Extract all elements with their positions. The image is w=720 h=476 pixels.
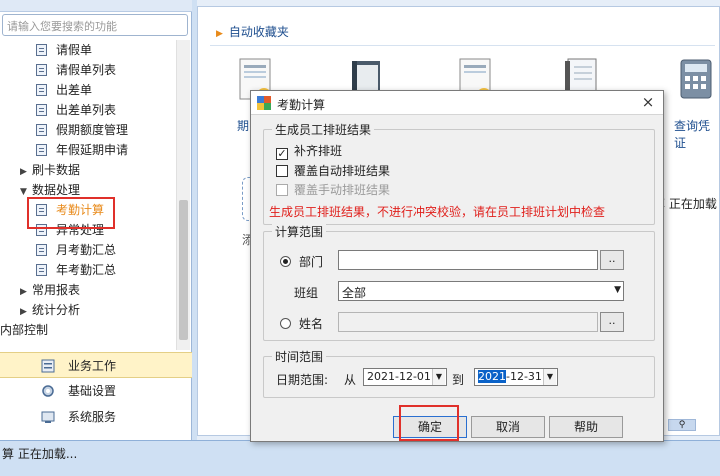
checkbox-override-auto[interactable]: 覆盖自动排班结果 bbox=[276, 162, 390, 179]
chevron-right-icon[interactable]: ▶ bbox=[20, 302, 32, 322]
chevron-down-icon[interactable]: ▼ bbox=[432, 369, 445, 385]
chevron-down-icon[interactable]: ▼ bbox=[614, 285, 621, 295]
group-legend: 生成员工排班结果 bbox=[272, 121, 375, 138]
tree-item-label: 常用报表 bbox=[32, 283, 81, 297]
chevron-right-icon[interactable]: ▶ bbox=[20, 162, 32, 182]
ok-button-highlight bbox=[399, 405, 459, 441]
chevron-down-icon[interactable]: ▼ bbox=[543, 369, 556, 385]
document-icon bbox=[36, 84, 47, 96]
search-input[interactable]: 请输入您要搜索的功能 bbox=[2, 14, 188, 36]
team-label: 班组 bbox=[294, 286, 319, 300]
chevron-right-icon[interactable]: ▶ bbox=[20, 282, 32, 302]
bottom-nav-item[interactable]: 业务工作 bbox=[0, 352, 192, 378]
tree-item-label: 统计分析 bbox=[32, 303, 81, 317]
name-field bbox=[338, 312, 598, 332]
panel-header bbox=[0, 0, 192, 12]
checkbox-override-manual: 覆盖手动排班结果 bbox=[276, 181, 390, 198]
radio-name[interactable]: 姓名 bbox=[280, 315, 323, 332]
warning-text: 生成员工排班结果，不进行冲突校验，请在员工排班计划中检查 bbox=[269, 205, 606, 219]
tree-item[interactable]: 年假延期申请 bbox=[36, 140, 128, 160]
document-icon bbox=[36, 104, 47, 116]
scrollbar-thumb[interactable] bbox=[179, 200, 188, 340]
document-icon bbox=[36, 264, 47, 276]
favorite-label[interactable]: 查询凭证 bbox=[674, 117, 719, 151]
left-nav-panel: 请输入您要搜索的功能 请假单请假单列表出差单出差单列表假期额度管理 年假延期申请 ▶… bbox=[0, 0, 192, 440]
tree-item[interactable]: ▶ 统计分析 bbox=[20, 300, 80, 320]
tree-item[interactable]: 月考勤汇总 bbox=[36, 240, 116, 260]
bottom-nav-item[interactable]: 基础设置 bbox=[0, 378, 192, 404]
status-text: 算 正在加载... bbox=[2, 447, 78, 461]
from-date-picker[interactable]: 2021-12-01 ▼ bbox=[363, 368, 447, 386]
selected-item-highlight bbox=[27, 197, 115, 229]
radio-dot bbox=[280, 318, 291, 329]
business-icon bbox=[41, 359, 55, 373]
time-range-group: 时间范围 日期范围: 从 2021-12-01 ▼ 到 2021-12-31 ▼ bbox=[263, 348, 655, 398]
tree-item-label: 刷卡数据 bbox=[32, 163, 81, 177]
group-legend: 计算范围 bbox=[272, 223, 327, 240]
tree-item[interactable]: 出差单列表 bbox=[36, 100, 116, 120]
tree-item[interactable]: ▶ 刷卡数据 bbox=[20, 160, 80, 180]
tree-item-label: 月考勤汇总 bbox=[56, 243, 117, 257]
calc-scope-group: 计算范围 部门 .. 班组 全部 ▼ 姓名 .. bbox=[263, 223, 655, 341]
help-button[interactable]: 帮助 bbox=[549, 416, 623, 438]
close-icon[interactable]: × bbox=[639, 93, 657, 111]
document-icon bbox=[36, 64, 47, 76]
from-label: 从 bbox=[344, 373, 357, 387]
document-icon bbox=[36, 244, 47, 256]
mini-control[interactable]: ⚲ bbox=[668, 419, 696, 431]
document-icon bbox=[36, 144, 47, 156]
favorite-label[interactable]: 期 bbox=[237, 117, 249, 134]
name-browse-button[interactable]: .. bbox=[600, 312, 624, 332]
tree-item-label: 请假单 bbox=[56, 43, 93, 57]
dialog-titlebar[interactable]: 考勤计算 × bbox=[251, 91, 663, 115]
tree-item-label: 假期额度管理 bbox=[56, 123, 129, 137]
tree-item[interactable]: 年考勤汇总 bbox=[36, 260, 116, 280]
to-label: 到 bbox=[452, 373, 465, 387]
favorites-title: 自动收藏夹 bbox=[216, 23, 289, 40]
tree-item[interactable]: 请假单 bbox=[36, 40, 92, 60]
bottom-nav-label: 基础设置 bbox=[68, 384, 117, 398]
tree-item[interactable]: ▶ 常用报表 bbox=[20, 280, 80, 300]
document-icon bbox=[36, 124, 47, 136]
tree-scrollbar[interactable] bbox=[176, 40, 190, 350]
document-icon bbox=[36, 44, 47, 56]
tree-item-label: 年考勤汇总 bbox=[56, 263, 117, 277]
divider bbox=[210, 45, 715, 46]
app-icon bbox=[257, 96, 271, 110]
date-range-label: 日期范围: bbox=[276, 373, 329, 387]
bottom-nav-label: 系统服务 bbox=[68, 410, 117, 424]
tree-item[interactable]: 假期额度管理 bbox=[36, 120, 128, 140]
tree-item-label: 年假延期申请 bbox=[56, 143, 129, 157]
tree-item-label: 请假单列表 bbox=[56, 63, 117, 77]
status-bar: 算 正在加载... bbox=[0, 440, 720, 476]
checkbox-box bbox=[276, 184, 288, 196]
tree-item-label: 内部控制 bbox=[0, 323, 49, 337]
checkbox-fill-schedule[interactable]: ✓ 补齐排班 bbox=[276, 142, 342, 160]
tree-item[interactable]: 出差单 bbox=[36, 80, 92, 100]
check-icon: ✓ bbox=[276, 147, 288, 160]
tree-item-label: 出差单 bbox=[56, 83, 93, 97]
cancel-button[interactable]: 取消 bbox=[471, 416, 545, 438]
calculator-icon[interactable] bbox=[676, 57, 716, 105]
bottom-nav-label: 业务工作 bbox=[68, 359, 117, 373]
checkbox-box bbox=[276, 165, 288, 177]
to-date-picker[interactable]: 2021-12-31 ▼ bbox=[474, 368, 558, 386]
group-legend: 时间范围 bbox=[272, 348, 327, 365]
team-select[interactable]: 全部 ▼ bbox=[338, 281, 624, 301]
tree-item-label: 数据处理 bbox=[32, 183, 81, 197]
tree-item[interactable]: 请假单列表 bbox=[36, 60, 116, 80]
department-field[interactable] bbox=[338, 250, 598, 270]
radio-dot bbox=[280, 256, 291, 267]
bottom-nav-item[interactable]: 系统服务 bbox=[0, 404, 192, 430]
department-browse-button[interactable]: .. bbox=[600, 250, 624, 270]
gear-icon bbox=[42, 385, 54, 397]
tree-item-label: 出差单列表 bbox=[56, 103, 117, 117]
service-icon bbox=[41, 411, 55, 423]
radio-department[interactable]: 部门 bbox=[280, 253, 323, 270]
attendance-calc-dialog: 考勤计算 × 生成员工排班结果 ✓ 补齐排班 覆盖自动排班结果 覆盖手动排班结果 … bbox=[250, 90, 664, 442]
tree-item[interactable]: 内部控制 bbox=[0, 320, 48, 340]
dialog-title: 考勤计算 bbox=[277, 98, 326, 112]
